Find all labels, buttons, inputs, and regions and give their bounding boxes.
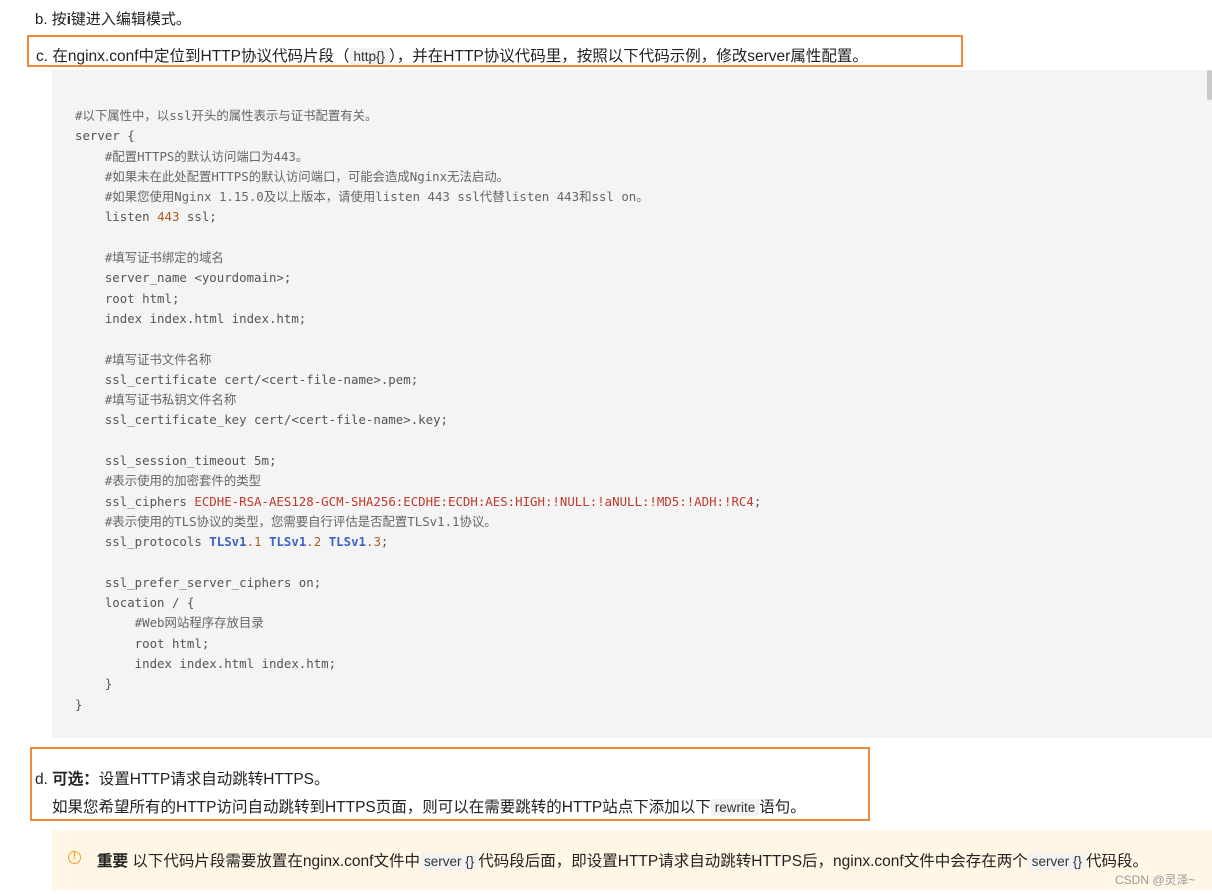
inline-code-http: http{} bbox=[349, 48, 390, 65]
step-d-description: 如果您希望所有的HTTP访问自动跳转到HTTPS页面，则可以在需要跳转的HTTP… bbox=[52, 799, 806, 816]
code-line: #配置HTTPS的默认访问端口为443。 bbox=[75, 148, 309, 164]
inline-code-server: server {} bbox=[419, 853, 479, 870]
inline-code-server: server {} bbox=[1027, 853, 1086, 870]
code-line: #填写证书绑定的域名 bbox=[75, 250, 224, 266]
tls-version: TLSv1 bbox=[209, 534, 247, 550]
listen-port: 443 bbox=[157, 209, 180, 225]
warning-icon: ! bbox=[68, 851, 81, 864]
code-line: #以下属性中，以ssl开头的属性表示与证书配置有关。 bbox=[75, 108, 378, 123]
optional-label: 可选： bbox=[52, 771, 99, 788]
code-line: } bbox=[75, 676, 113, 692]
code-line: server_name <yourdomain>; bbox=[75, 270, 292, 286]
code-line: ssl_session_timeout 5m; bbox=[75, 453, 277, 469]
code-line: #表示使用的TLS协议的类型，您需要自行评估是否配置TLSv1.1协议。 bbox=[75, 513, 497, 529]
code-line: root html; bbox=[75, 290, 180, 306]
code-line: } bbox=[75, 696, 83, 712]
code-line: #填写证书私钥文件名称 bbox=[75, 392, 237, 408]
code-line: #Web网站程序存放目录 bbox=[75, 615, 264, 631]
step-b-text: b. 按i键进入编辑模式。 bbox=[35, 11, 191, 28]
code-line: ssl_prefer_server_ciphers on; bbox=[75, 574, 322, 590]
code-line: #如果未在此处配置HTTPS的默认访问端口，可能会造成Nginx无法启动。 bbox=[75, 168, 510, 184]
important-label: 重要 bbox=[97, 853, 129, 870]
csdn-watermark: CSDN @灵泽~ bbox=[1115, 873, 1196, 887]
inline-code-rewrite: rewrite bbox=[710, 799, 760, 816]
code-line: server { bbox=[75, 128, 135, 144]
code-line: index index.html index.htm; bbox=[75, 310, 307, 326]
code-line: listen 443 ssl; bbox=[75, 209, 217, 225]
code-line: ssl_protocols TLSv1.1 TLSv1.2 TLSv1.3; bbox=[75, 534, 389, 550]
code-line: index index.html index.htm; bbox=[75, 656, 337, 672]
code-scrollbar[interactable] bbox=[1207, 70, 1212, 100]
code-line: #表示使用的加密套件的类型 bbox=[75, 473, 261, 489]
code-line: ssl_ciphers ECDHE-RSA-AES128-GCM-SHA256:… bbox=[75, 493, 762, 509]
code-line: root html; bbox=[75, 635, 210, 651]
code-line: #填写证书文件名称 bbox=[75, 351, 212, 367]
code-line: ssl_certificate cert/<cert-file-name>.pe… bbox=[75, 371, 419, 387]
code-line: ssl_certificate_key cert/<cert-file-name… bbox=[75, 412, 448, 428]
code-line: #如果您使用Nginx 1.15.0及以上版本，请使用listen 443 ss… bbox=[75, 189, 649, 205]
code-line: location / { bbox=[75, 595, 195, 611]
ciphers-value: ECDHE-RSA-AES128-GCM-SHA256:ECDHE:ECDH:A… bbox=[194, 493, 754, 509]
notice-text: 重要 以下代码片段需要放置在nginx.conf文件中 server {} 代码段后… bbox=[97, 853, 1148, 870]
tls-version: TLSv1 bbox=[328, 534, 366, 550]
tls-version: TLSv1 bbox=[268, 534, 307, 550]
code-listing: #以下属性中，以ssl开头的属性表示与证书配置有关。 server { #配置HT… bbox=[75, 106, 761, 715]
step-d-title: d. 可选：设置HTTP请求自动跳转HTTPS。 bbox=[35, 771, 330, 788]
step-c-text: c. 在nginx.conf中定位到HTTP协议代码片段（ http{} ），并在H… bbox=[36, 48, 868, 65]
